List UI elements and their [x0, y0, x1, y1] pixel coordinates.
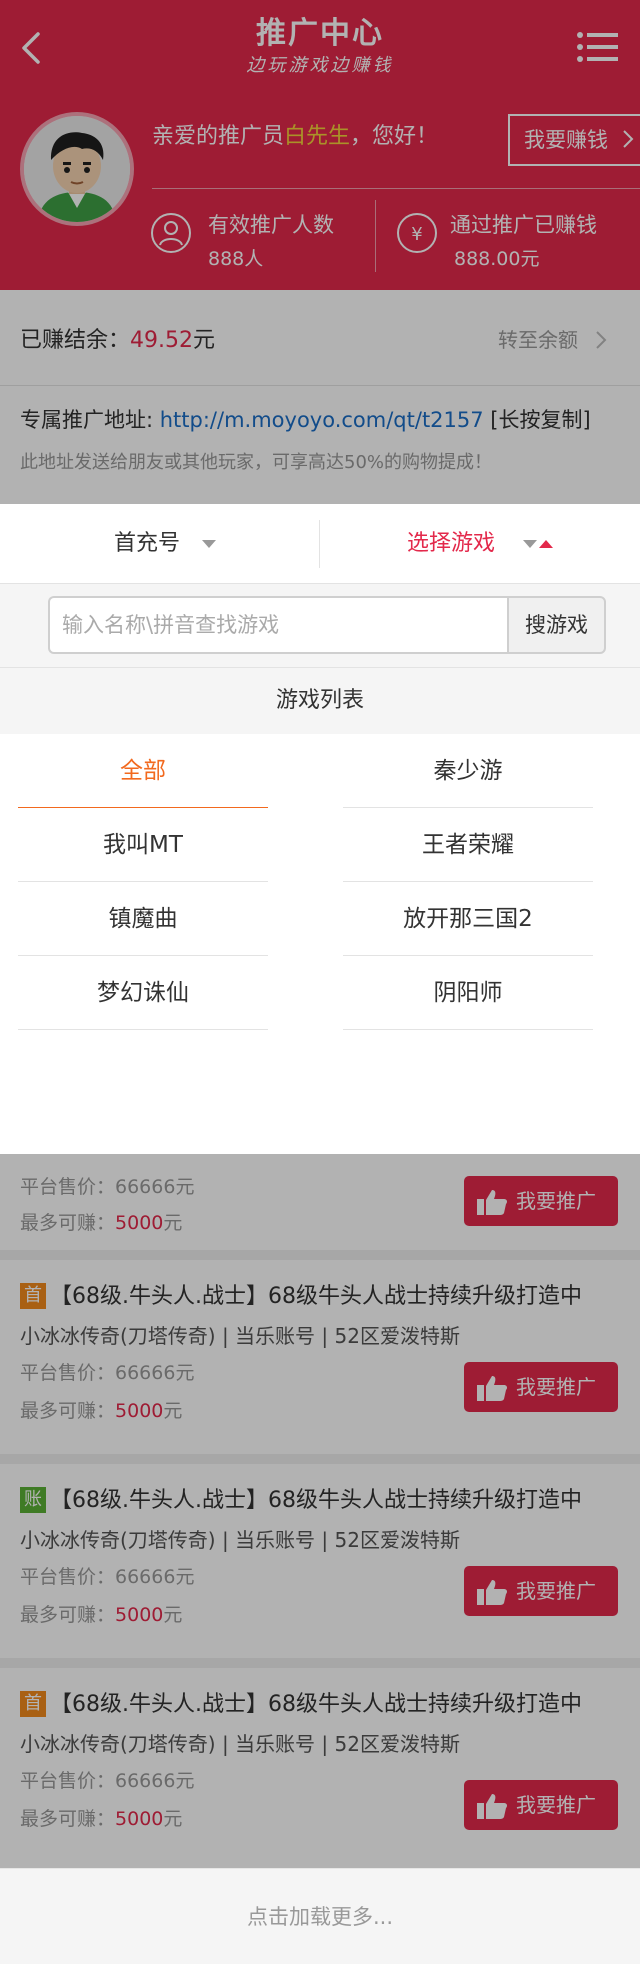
- game-select-dropdown[interactable]: 选择游戏: [345, 516, 615, 572]
- game-option[interactable]: 阴阳师: [343, 956, 593, 1030]
- game-option[interactable]: 王者荣耀: [343, 808, 593, 882]
- filter-separator: [319, 520, 320, 568]
- caret-up-icon: [539, 540, 553, 548]
- game-option[interactable]: 放开那三国2: [343, 882, 593, 956]
- category-label: 首充号: [113, 531, 180, 556]
- game-option[interactable]: 秦少游: [343, 734, 593, 808]
- game-search-input[interactable]: [48, 596, 508, 654]
- modal-overlay-bottom[interactable]: [0, 1154, 640, 1868]
- game-option[interactable]: 梦幻诛仙: [18, 956, 268, 1030]
- load-more-button[interactable]: 点击加载更多...: [0, 1868, 640, 1964]
- category-dropdown[interactable]: 首充号: [40, 516, 290, 572]
- search-area: 搜游戏: [0, 584, 640, 668]
- filter-bar: 首充号 选择游戏: [0, 504, 640, 584]
- game-select-label: 选择游戏: [406, 531, 495, 556]
- game-list: 全部 秦少游 我叫MT 王者荣耀 镇魔曲 放开那三国2 梦幻诛仙 阴阳师: [0, 734, 640, 1154]
- game-option[interactable]: 镇魔曲: [18, 882, 268, 956]
- modal-overlay-top[interactable]: [0, 0, 640, 504]
- game-filter-panel: 首充号 选择游戏 搜游戏 游戏列表 全部 秦少游 我叫MT 王者荣耀 镇魔曲 放…: [0, 504, 640, 1154]
- game-list-title: 游戏列表: [0, 668, 640, 734]
- game-option[interactable]: 我叫MT: [18, 808, 268, 882]
- caret-down-icon: [523, 540, 537, 548]
- caret-down-icon: [202, 540, 216, 548]
- game-option-all[interactable]: 全部: [18, 734, 268, 808]
- search-game-button[interactable]: 搜游戏: [507, 596, 606, 654]
